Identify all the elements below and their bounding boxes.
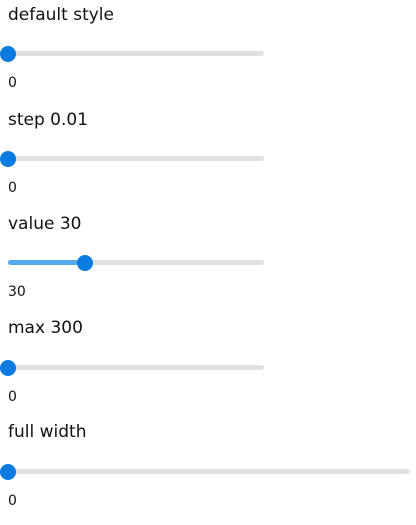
slider-default-style[interactable]	[0, 44, 264, 64]
slider-label: full width	[8, 422, 87, 442]
slider-full-width[interactable]	[0, 462, 410, 482]
slider-step-0-01[interactable]	[0, 149, 264, 169]
slider-track	[8, 156, 264, 161]
slider-label: value 30	[8, 214, 82, 234]
slider-thumb[interactable]	[76, 255, 93, 271]
slider-value: 0	[8, 180, 17, 196]
slider-value: 30	[8, 284, 26, 300]
slider-track	[8, 469, 410, 474]
slider-label: max 300	[8, 318, 83, 338]
slider-value: 0	[8, 389, 17, 405]
slider-label: step 0.01	[8, 110, 89, 130]
slider-max-300[interactable]	[0, 358, 264, 378]
slider-value: 0	[8, 493, 17, 509]
slider-thumb[interactable]	[0, 360, 16, 376]
slider-value: 0	[8, 75, 17, 91]
slider-track	[8, 365, 264, 370]
slider-label: default style	[8, 5, 114, 25]
slider-thumb[interactable]	[0, 464, 16, 480]
slider-track	[8, 51, 264, 56]
slider-thumb[interactable]	[0, 151, 16, 167]
slider-fill	[8, 260, 85, 265]
slider-thumb[interactable]	[0, 46, 16, 62]
slider-demo-page: default style 0 step 0.01 0 value 30 30 …	[0, 0, 416, 525]
slider-value-30[interactable]	[8, 253, 264, 273]
